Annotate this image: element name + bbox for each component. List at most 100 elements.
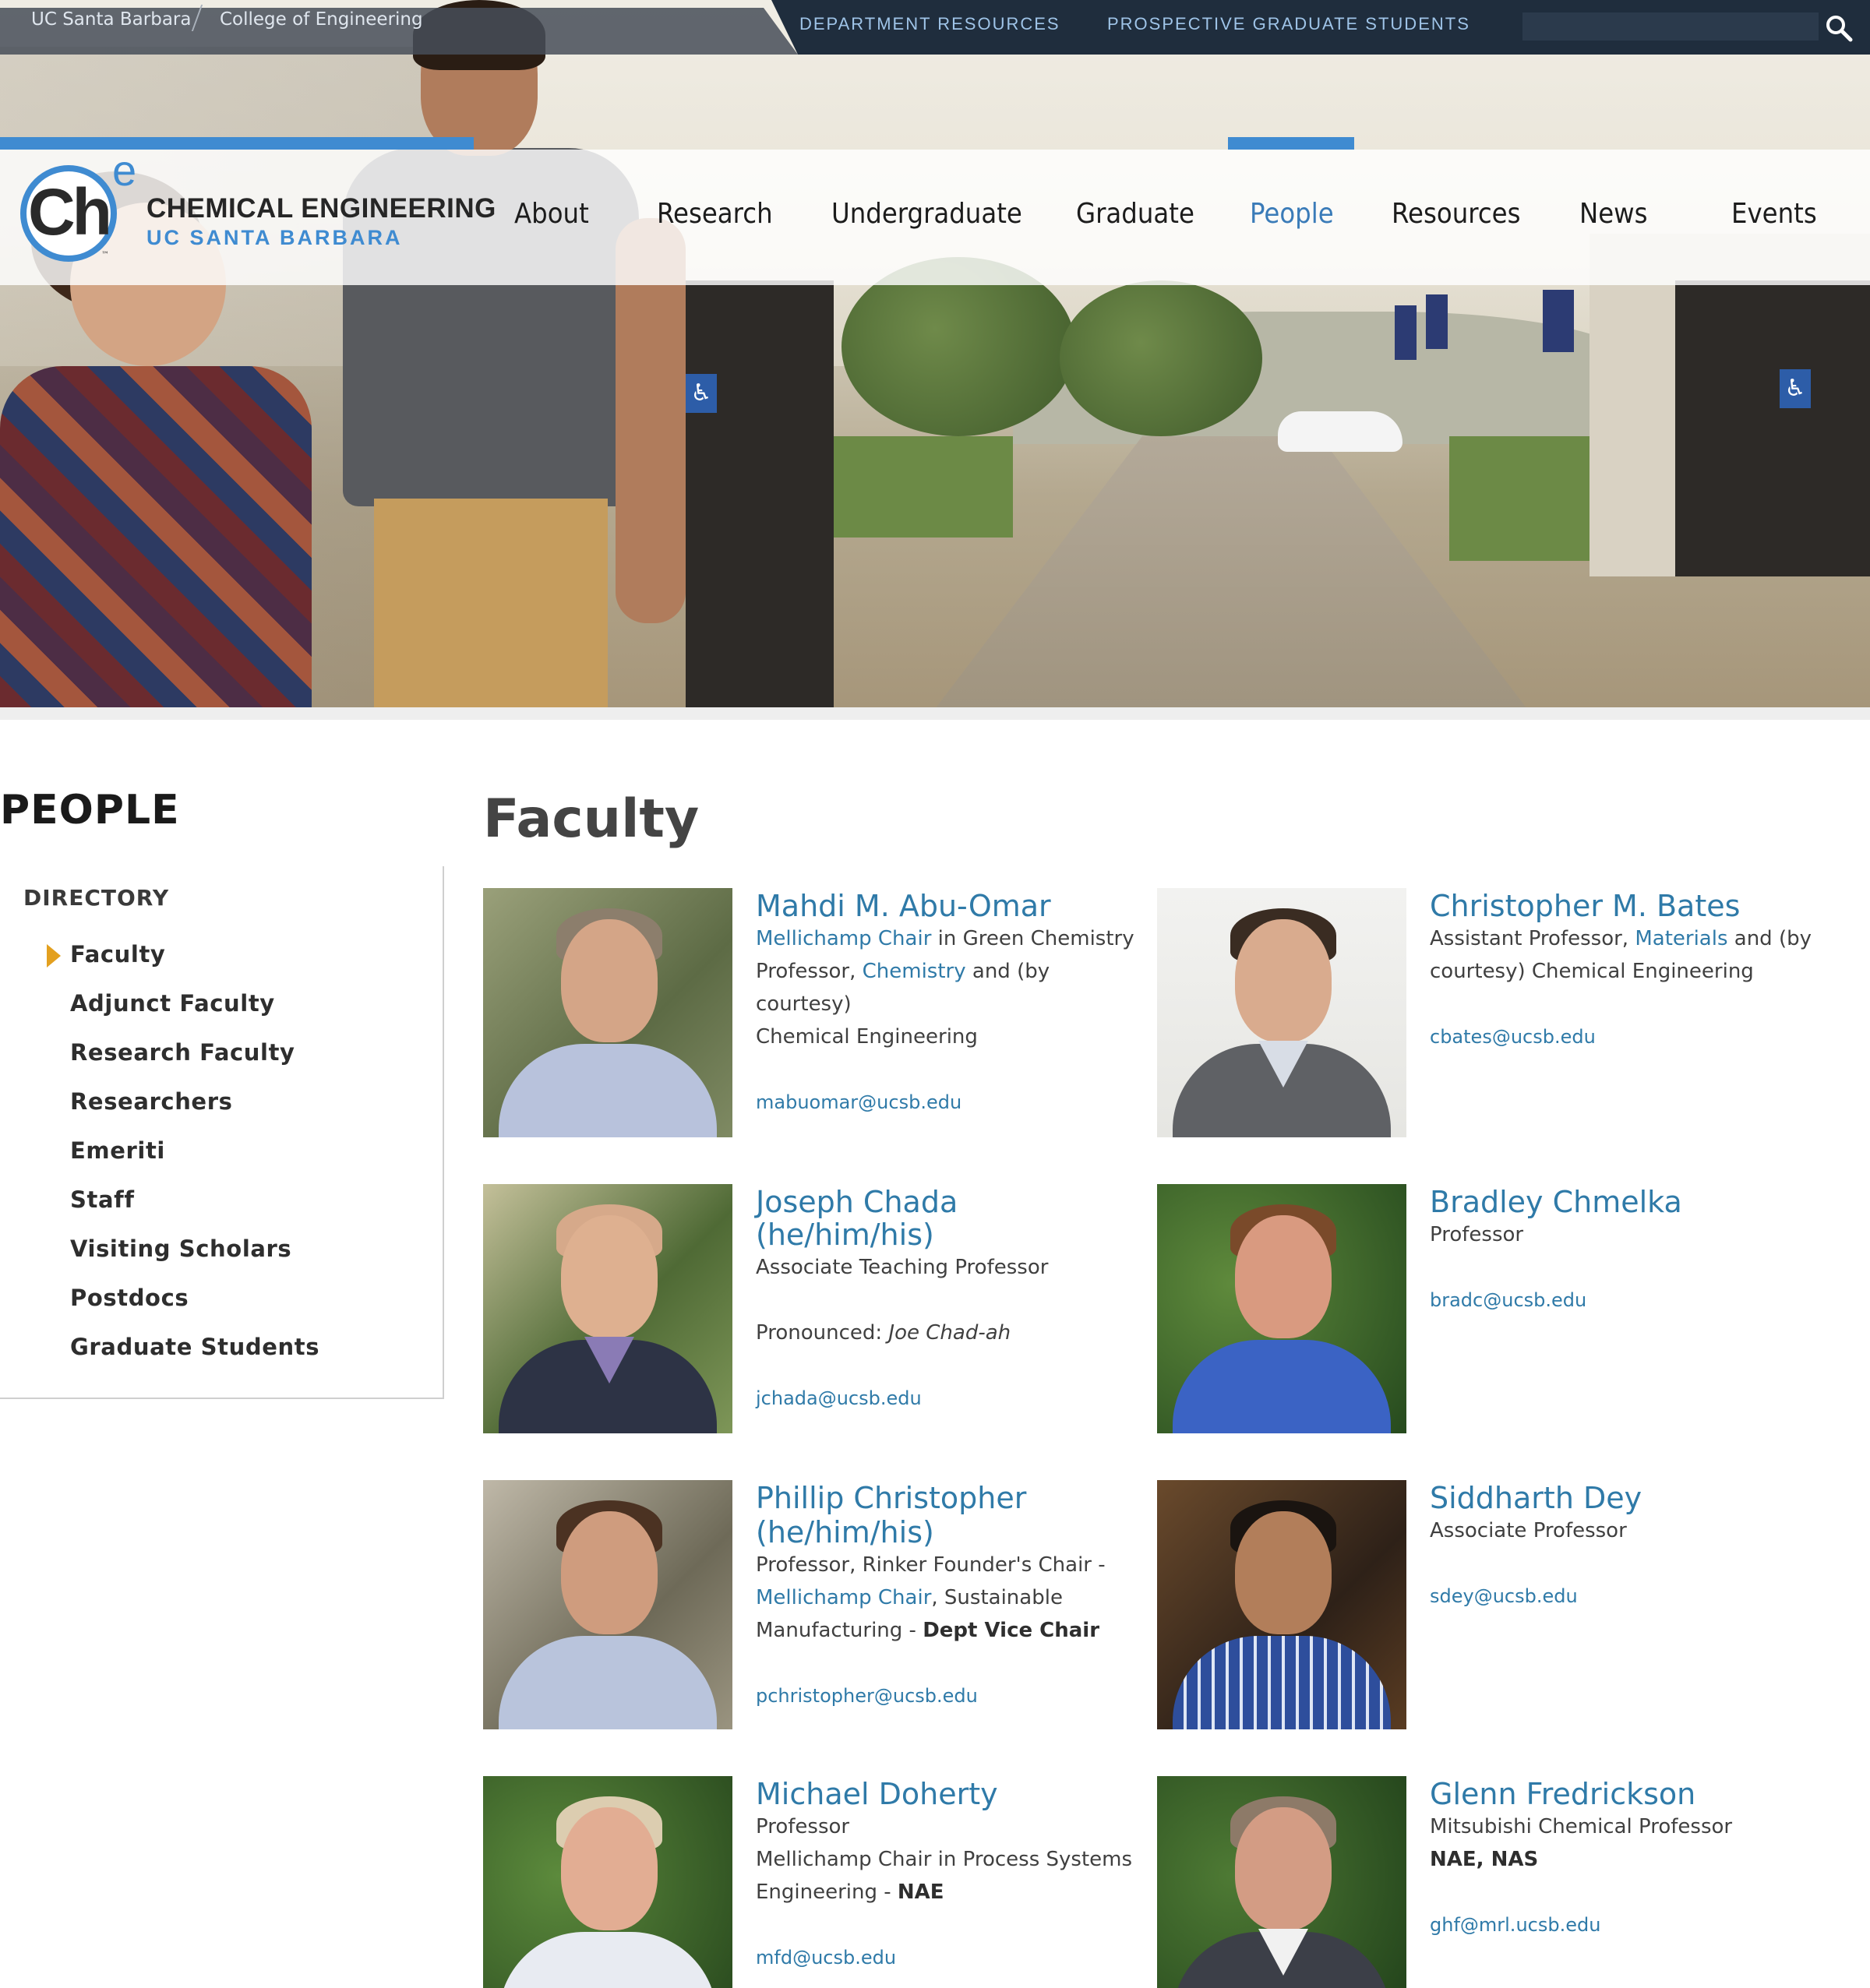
faculty-photo[interactable]: [1157, 1184, 1406, 1433]
faculty-photo[interactable]: [483, 1480, 732, 1729]
hero-person-man: [280, 0, 686, 709]
logo-trademark: ™: [101, 251, 109, 259]
directory-heading: DIRECTORY: [23, 885, 170, 911]
mellichamp-chair-link[interactable]: Mellichamp Chair: [756, 927, 931, 950]
faculty-title-text: Professor: [756, 1815, 850, 1838]
faculty-email-link[interactable]: jchada@ucsb.edu: [756, 1382, 1145, 1415]
faculty-name-link[interactable]: Christopher M. Bates: [1430, 890, 1819, 922]
sidebar-directory-box: [0, 866, 444, 1399]
faculty-photo[interactable]: [483, 1776, 732, 1988]
faculty-email-link[interactable]: pchristopher@ucsb.edu: [756, 1680, 1145, 1712]
faculty-name-link[interactable]: Mahdi M. Abu-Omar: [756, 890, 1145, 922]
hero-pillar: [686, 280, 834, 709]
faculty-title-text: Associate Professor: [1430, 1519, 1627, 1542]
materials-link[interactable]: Materials: [1635, 927, 1727, 950]
hero-banner-photo: ♿ ♿: [0, 0, 1870, 709]
faculty-photo[interactable]: [1157, 1776, 1406, 1988]
nav-about[interactable]: About: [514, 198, 589, 230]
nav-events[interactable]: Events: [1731, 198, 1817, 230]
faculty-title-text: Professor, Rinker Founder's Chair -: [756, 1553, 1106, 1577]
faculty-title-text: Manufacturing -: [756, 1619, 923, 1642]
faculty-title-text: Assistant Professor,: [1430, 927, 1635, 950]
sidebar-item-postdocs[interactable]: Postdocs: [70, 1285, 189, 1311]
nav-accent-bar: [0, 137, 474, 150]
faculty-title-text: courtesy) Chemical Engineering: [1430, 960, 1754, 983]
faculty-title-text: Associate Teaching Professor: [756, 1256, 1049, 1279]
hero-street-banner: [1543, 290, 1574, 352]
faculty-photo[interactable]: [483, 1184, 732, 1433]
prospective-graduate-students-link[interactable]: PROSPECTIVE GRADUATE STUDENTS: [1107, 14, 1470, 34]
sidebar-item-faculty[interactable]: Faculty: [70, 941, 165, 968]
faculty-name-link[interactable]: Bradley Chmelka: [1430, 1186, 1819, 1218]
nav-people[interactable]: People: [1250, 198, 1334, 230]
faculty-honor-text: NAE, NAS: [1430, 1848, 1539, 1871]
faculty-name-link[interactable]: Siddharth Dey: [1430, 1482, 1819, 1514]
nav-graduate[interactable]: Graduate: [1076, 198, 1194, 230]
sidebar-item-graduate-students[interactable]: Graduate Students: [70, 1334, 319, 1360]
faculty-title-text: Mellichamp Chair in Process Systems: [756, 1848, 1133, 1871]
breadcrumb-college-link[interactable]: College of Engineering: [220, 9, 423, 30]
faculty-email-link[interactable]: bradc@ucsb.edu: [1430, 1284, 1819, 1317]
faculty-email-link[interactable]: sdey@ucsb.edu: [1430, 1580, 1819, 1613]
sidebar-item-adjunct-faculty[interactable]: Adjunct Faculty: [70, 990, 275, 1017]
pronunciation-value: Joe Chad-ah: [888, 1321, 1011, 1345]
faculty-title-text: in Green Chemistry: [931, 927, 1134, 950]
hero-bottom-border: [0, 707, 1870, 720]
page-title: Faculty: [483, 788, 700, 850]
faculty-email-link[interactable]: cbates@ucsb.edu: [1430, 1020, 1819, 1053]
search-icon[interactable]: [1823, 12, 1854, 44]
faculty-name-link[interactable]: Michael Doherty: [756, 1778, 1145, 1810]
chemistry-link[interactable]: Chemistry: [863, 960, 966, 983]
accessibility-sign-icon: ♿: [686, 374, 717, 413]
logo-subtitle: UC SANTA BARBARA: [146, 226, 403, 249]
faculty-photo[interactable]: [483, 888, 732, 1137]
nav-research[interactable]: Research: [657, 198, 773, 230]
faculty-title-text: Engineering -: [756, 1880, 898, 1904]
hero-pillar: [1675, 280, 1870, 576]
faculty-card: Bradley Chmelka Professor bradc@ucsb.edu: [1157, 1184, 1812, 1441]
faculty-photo[interactable]: [1157, 888, 1406, 1137]
faculty-name-link[interactable]: Joseph Chada (he/him/his): [756, 1186, 1145, 1251]
hero-walkway: [935, 436, 1527, 709]
nav-news[interactable]: News: [1579, 198, 1648, 230]
nav-undergraduate[interactable]: Undergraduate: [831, 198, 1022, 230]
faculty-card: Glenn Fredrickson Mitsubishi Chemical Pr…: [1157, 1776, 1812, 1988]
faculty-title-text: Mitsubishi Chemical Professor: [1430, 1815, 1733, 1838]
faculty-name-link[interactable]: (he/him/his): [756, 1516, 1145, 1549]
faculty-email-link[interactable]: ghf@mrl.ucsb.edu: [1430, 1909, 1819, 1941]
faculty-honor-text: Dept Vice Chair: [923, 1619, 1100, 1642]
sidebar-title: PEOPLE: [0, 787, 180, 834]
triangle-right-icon: [47, 944, 61, 968]
faculty-title-text: and (by: [1727, 927, 1812, 950]
logo-title: CHEMICAL ENGINEERING: [146, 193, 496, 224]
sidebar-item-research-faculty[interactable]: Research Faculty: [70, 1039, 295, 1066]
logo-e-mark: e: [112, 146, 137, 195]
department-resources-link[interactable]: DEPARTMENT RESOURCES: [799, 14, 1060, 34]
faculty-card: Michael Doherty Professor Mellichamp Cha…: [483, 1776, 1138, 1988]
breadcrumb-ucsb-link[interactable]: UC Santa Barbara: [31, 9, 191, 30]
faculty-title-text: , Sustainable: [931, 1586, 1063, 1609]
nav-active-indicator: [1228, 137, 1354, 150]
faculty-email-link[interactable]: mabuomar@ucsb.edu: [756, 1086, 1145, 1119]
faculty-name-link[interactable]: Phillip Christopher: [756, 1482, 1145, 1514]
hero-street-banner: [1395, 305, 1417, 360]
sidebar-item-emeriti[interactable]: Emeriti: [70, 1137, 165, 1164]
sidebar-item-visiting-scholars[interactable]: Visiting Scholars: [70, 1235, 291, 1262]
faculty-name-link[interactable]: Glenn Fredrickson: [1430, 1778, 1819, 1810]
faculty-photo[interactable]: [1157, 1480, 1406, 1729]
pronunciation-label: Pronounced:: [756, 1321, 889, 1345]
faculty-card: Phillip Christopher (he/him/his) Profess…: [483, 1480, 1138, 1737]
department-logo[interactable]: Ch e ™ CHEMICAL ENGINEERING UC SANTA BAR…: [17, 146, 496, 273]
faculty-honor-text: NAE: [897, 1880, 944, 1904]
search-input[interactable]: [1522, 12, 1819, 41]
sidebar-item-researchers[interactable]: Researchers: [70, 1088, 232, 1115]
faculty-title-text: Chemical Engineering: [756, 1025, 978, 1049]
sidebar-item-staff[interactable]: Staff: [70, 1186, 135, 1213]
faculty-email-link[interactable]: mfd@ucsb.edu: [756, 1941, 1145, 1974]
faculty-title-text: Professor,: [756, 960, 863, 983]
accessibility-sign-icon: ♿: [1780, 369, 1811, 408]
faculty-card: Siddharth Dey Associate Professor sdey@u…: [1157, 1480, 1812, 1737]
hero-street-banner: [1426, 294, 1448, 349]
nav-resources[interactable]: Resources: [1392, 198, 1520, 230]
mellichamp-chair-link[interactable]: Mellichamp Chair: [756, 1586, 931, 1609]
